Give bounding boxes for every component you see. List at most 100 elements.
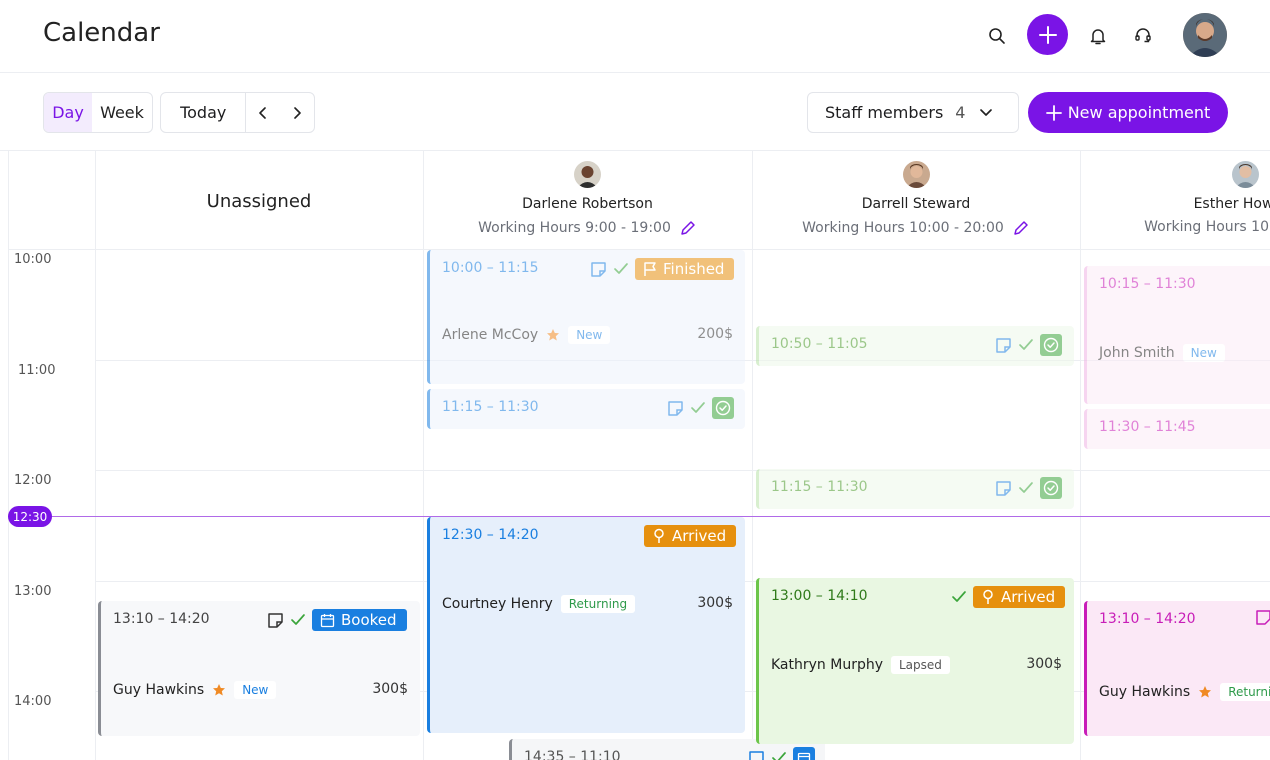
flag-icon [644,261,656,276]
client-name: Guy Hawkins [113,682,205,698]
new-appointment-button[interactable]: New appointment [1028,92,1228,133]
status-label: Finished [663,260,725,278]
chevron-down-icon [979,108,993,118]
star-icon [213,684,226,696]
client-tag: New [568,326,611,344]
client-name: Kathryn Murphy [771,657,883,673]
confirmed-check-icon [712,397,734,419]
note-icon[interactable] [590,261,607,278]
check-icon [1019,482,1033,493]
client-tag: Returning [1220,683,1270,701]
client-name: Courtney Henry [442,596,553,612]
view-week-button[interactable]: Week [92,103,152,122]
current-time-badge: 12:30 [8,506,52,527]
plus-icon [1045,104,1062,121]
new-appointment-label: New appointment [1067,103,1211,122]
confirmed-check-icon [1040,334,1062,356]
status-label: Booked [341,611,397,629]
next-day-button[interactable] [280,93,314,132]
working-hours: Working Hours 9:00 - 19:00 [478,220,671,236]
staff-members-select[interactable]: Staff members 4 [807,92,1019,133]
note-icon[interactable] [267,612,284,629]
status-label: Arrived [672,527,727,545]
pin-icon [983,589,993,604]
appointment-card[interactable]: 11:15 – 11:30 [427,389,745,429]
grid-border [8,151,9,760]
view-switcher: Day Week [43,92,153,133]
support-icon[interactable] [1131,24,1155,48]
note-icon[interactable] [1255,609,1270,626]
pin-icon [654,528,664,543]
bell-icon[interactable] [1086,24,1110,48]
star-icon [1199,686,1212,698]
appointment-price: 200$ [697,326,733,342]
appointment-time: 10:50 – 11:05 [771,336,868,352]
note-icon[interactable] [995,337,1012,354]
appointment-card[interactable]: 10:00 – 11:15 Finished Arlene McCoy New … [427,250,745,384]
time-label: 10:00 [14,252,52,267]
plus-icon [1038,25,1057,44]
client-tag: New [1182,344,1225,362]
pencil-icon[interactable] [679,219,697,237]
avatar [574,161,601,188]
view-day-button[interactable]: Day [44,93,92,132]
time-label: 12:00 [14,473,52,488]
appointment-card[interactable]: 11:15 – 11:30 [756,469,1074,509]
page-title: Calendar [43,18,160,48]
appointment-time: 13:00 – 14:10 [771,588,868,604]
appointment-card[interactable]: 13:10 – 14:20 Booked Guy Hawkins New 300… [98,601,420,736]
appointment-card[interactable]: 10:15 – 11:30 John Smith New [1084,266,1270,404]
calendar-grid: 10:00 11:00 12:00 13:00 14:00 Unassigned… [0,150,1270,760]
appointment-price: 300$ [1026,656,1062,672]
status-badge: Arrived [644,525,737,547]
appointment-card[interactable]: 11:30 – 11:45 [1084,409,1270,449]
note-icon[interactable] [995,480,1012,497]
prev-day-button[interactable] [246,93,280,132]
avatar [902,161,930,188]
time-label: 11:00 [18,363,56,378]
client-tag: New [234,681,277,699]
status-badge: Booked [312,609,407,631]
appointment-price: 300$ [697,595,733,611]
check-icon [691,402,705,413]
appointment-time: 11:30 – 11:45 [1099,419,1196,435]
client-name: Guy Hawkins [1099,684,1191,700]
search-icon[interactable] [985,24,1009,48]
pencil-icon[interactable] [1012,219,1030,237]
calendar-icon [320,613,335,627]
check-icon [614,263,628,274]
chevron-left-icon [259,106,267,119]
column-esther: Esther Howard Working Hours 10:00 - 20:0… [1080,151,1270,249]
appointment-card[interactable]: 10:50 – 11:05 [756,326,1074,366]
status-badge: Finished [635,258,735,280]
check-icon [1019,339,1033,350]
star-icon [547,329,560,341]
client-name: Arlene McCoy [442,327,539,343]
user-avatar[interactable] [1183,13,1227,57]
note-icon[interactable] [748,750,765,760]
staff-count: 4 [955,103,966,122]
column-darrell: Darrell Steward Working Hours 10:00 - 20… [752,151,1080,249]
appointment-time: 11:15 – 11:30 [442,399,539,415]
column-unassigned: Unassigned [95,151,423,249]
appointment-time: 10:00 – 11:15 [442,260,539,276]
quick-add-button[interactable] [1027,14,1068,55]
appointment-price: 300$ [372,681,408,697]
calendar-icon [793,747,815,760]
appointment-card[interactable]: 13:00 – 14:10 Arrived Kathryn Murphy Lap… [756,578,1074,744]
time-label: 14:00 [14,694,52,709]
working-hours: Working Hours 10:00 - 20:00 [1144,219,1270,235]
note-icon[interactable] [667,400,684,417]
client-name: John Smith [1099,345,1175,361]
appointment-time: 11:15 – 11:30 [771,479,868,495]
check-icon [952,591,966,602]
appointment-time: 13:10 – 14:20 [1099,611,1196,627]
today-button[interactable]: Today [161,93,247,132]
appointment-card[interactable]: 13:10 – 14:20 Guy Hawkins Returning [1084,601,1270,736]
appointment-card[interactable]: 12:30 – 14:20 Arrived Courtney Henry Ret… [427,517,745,733]
staff-name: Esther Howard [1193,196,1270,212]
staff-members-label: Staff members [825,103,944,122]
check-icon [291,614,305,625]
confirmed-check-icon [1040,477,1062,499]
hour-line [95,470,1270,471]
